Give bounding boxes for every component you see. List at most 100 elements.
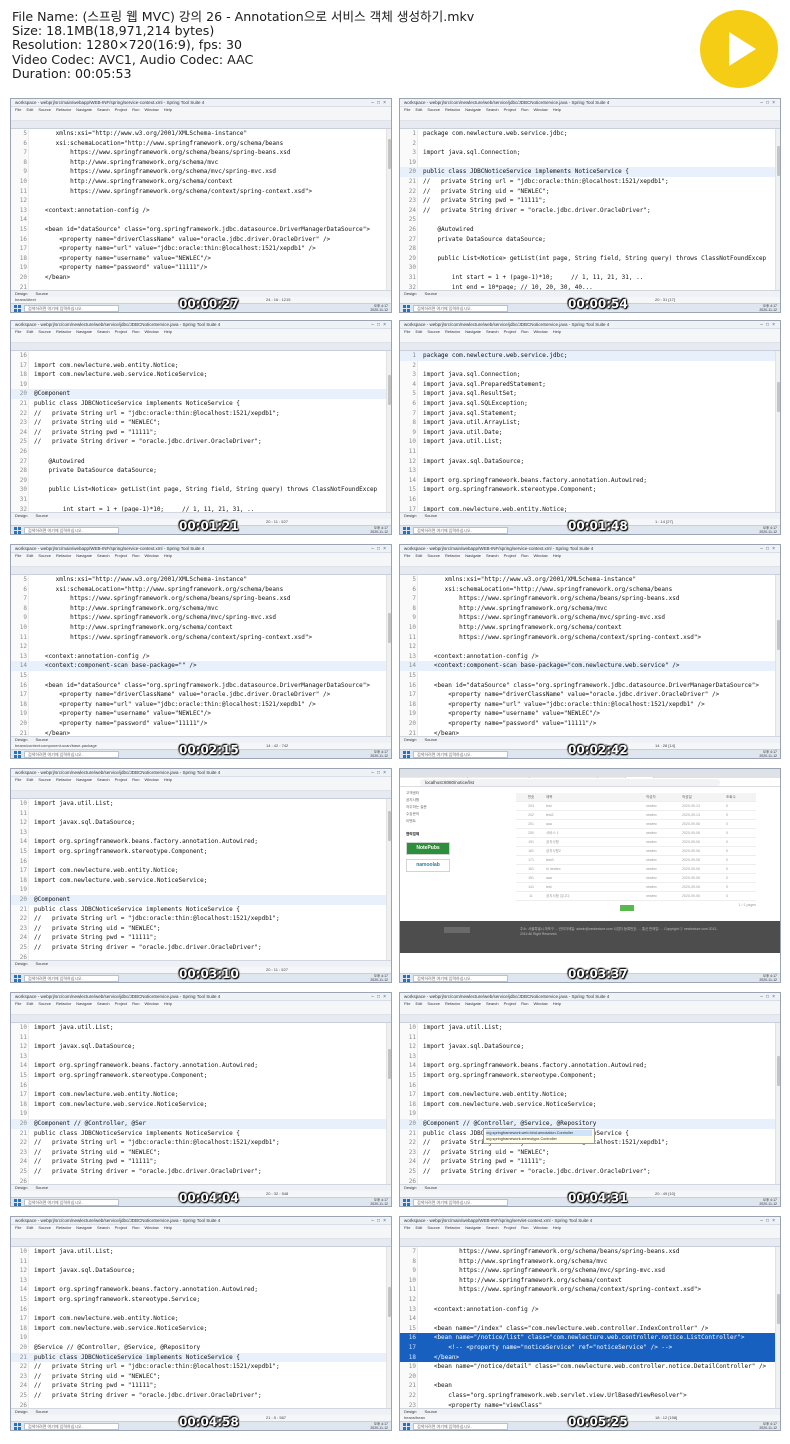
app-icon[interactable] [518,312,524,313]
app-icon[interactable] [129,758,135,759]
url-input[interactable]: localhost:8080/notice/list [420,779,720,786]
menu-item[interactable]: Source [427,107,440,112]
menu-item[interactable]: Navigate [465,329,481,334]
app-icon[interactable] [558,312,564,313]
menu-item[interactable]: Source [38,553,51,558]
app-icon[interactable] [149,534,155,535]
vertical-scrollbar[interactable] [775,129,780,290]
app-icon[interactable] [568,312,574,313]
presentation-tab[interactable]: Source [424,1185,437,1190]
vertical-scrollbar[interactable] [386,1023,391,1184]
app-icon[interactable] [169,982,175,983]
menu-item[interactable]: Project [504,329,516,334]
menu-item[interactable]: Navigate [465,107,481,112]
video-thumbnail[interactable]: workspace - webprj/src/com/newlecture/we… [10,992,392,1207]
code-editor[interactable]: 7 https://www.springframework.org/schema… [400,1247,780,1408]
menu-item[interactable]: File [15,107,21,112]
windows-start-icon[interactable] [403,1199,410,1206]
video-thumbnail[interactable]: workspace - webprj/src/com/newlecture/we… [10,768,392,983]
menu-item[interactable]: Refactor [56,107,71,112]
menu-item[interactable]: File [15,1001,21,1006]
vertical-scrollbar[interactable] [775,575,780,736]
app-icon[interactable] [568,534,574,535]
app-icon[interactable] [139,1206,145,1207]
table-row[interactable]: 203 test newlec 2020-09-13 0 [516,802,756,811]
menu-item[interactable]: Edit [415,553,422,558]
app-icon[interactable] [558,982,564,983]
menu-item[interactable]: Refactor [445,329,460,334]
windows-start-icon[interactable] [14,1423,21,1430]
menu-item[interactable]: Source [38,1225,51,1230]
app-icon[interactable] [548,534,554,535]
video-thumbnail[interactable]: workspace - webprj/src/com/newlecture/we… [10,320,392,535]
menu-item[interactable]: Refactor [56,1225,71,1230]
pagination[interactable] [620,905,634,911]
app-icon[interactable] [139,534,145,535]
menu-item[interactable]: Run [132,107,139,112]
namoolab-logo[interactable]: namoolab [406,859,450,872]
app-icon[interactable] [578,534,584,535]
app-icon[interactable] [149,758,155,759]
presentation-tab[interactable]: Design [15,1185,27,1190]
presentation-tab[interactable]: Design [404,737,416,742]
app-icon[interactable] [139,312,145,313]
menu-item[interactable]: Edit [26,777,33,782]
code-editor[interactable]: 10 import java.util.List; 11 12 import javax… [11,1023,391,1184]
taskbar-search-input[interactable]: 검색하려면 여기에 입력하십시오. [24,527,119,534]
scrollbar-thumb[interactable] [388,811,391,841]
table-row[interactable]: 171 test3 newlec 2020-09-06 0 [516,856,756,865]
vertical-scrollbar[interactable] [775,1023,780,1184]
menu-item[interactable]: Project [115,777,127,782]
menu-item[interactable]: Project [115,107,127,112]
scrollbar-thumb[interactable] [388,1287,391,1317]
windows-start-icon[interactable] [403,751,410,758]
menu-item[interactable]: Navigate [76,553,92,558]
menu-item[interactable]: Window [533,329,547,334]
app-icon[interactable] [139,982,145,983]
vertical-scrollbar[interactable] [386,129,391,290]
menu-item[interactable]: Search [486,329,499,334]
menu-item[interactable]: Search [486,107,499,112]
app-icon[interactable] [189,982,195,983]
menu-item[interactable]: Navigate [76,1225,92,1230]
windows-start-icon[interactable] [14,1199,21,1206]
video-thumbnail[interactable]: workspace - webprj/src/com/newlecture/we… [399,98,781,313]
scrollbar-thumb[interactable] [388,613,391,643]
menu-item[interactable]: Refactor [56,553,71,558]
presentation-tab[interactable]: Design [15,737,27,742]
menu-item[interactable]: Edit [415,107,422,112]
window-controls[interactable]: –□× [760,1218,778,1224]
app-icon[interactable] [149,982,155,983]
code-editor[interactable]: 5 xmlns:xsi="http://www.w3.org/2001/XMLS… [11,129,391,290]
menu-item[interactable]: Project [115,1001,127,1006]
app-icon[interactable] [169,1206,175,1207]
menu-item[interactable]: Help [164,329,172,334]
app-icon[interactable] [149,312,155,313]
app-icon[interactable] [538,982,544,983]
menu-item[interactable]: Search [97,1001,110,1006]
menu-item[interactable]: Run [521,553,528,558]
scrollbar-thumb[interactable] [777,620,780,650]
presentation-tab[interactable]: Source [35,1185,48,1190]
menu-item[interactable]: Help [553,107,561,112]
menu-item[interactable]: Edit [26,107,33,112]
table-row[interactable]: 141 test newlec 2020-09-06 0 [516,883,756,892]
menu-item[interactable]: Project [115,1225,127,1230]
menu-item[interactable]: Edit [26,329,33,334]
code-editor[interactable]: 10 import java.util.List; 11 12 import javax… [400,1023,780,1184]
window-controls[interactable]: –□× [760,546,778,552]
app-icon[interactable] [568,758,574,759]
windows-start-icon[interactable] [14,527,21,534]
taskbar-search-input[interactable]: 검색하려면 여기에 입력하십시오. [24,1423,119,1430]
menu-item[interactable]: Source [38,777,51,782]
menu-item[interactable]: Search [486,553,499,558]
menu-item[interactable]: Project [504,1225,516,1230]
presentation-tab[interactable]: Design [404,1185,416,1190]
menu-item[interactable]: Refactor [56,777,71,782]
app-icon[interactable] [538,1430,544,1431]
app-icon[interactable] [558,1430,564,1431]
menu-item[interactable]: Run [132,777,139,782]
app-icon[interactable] [518,982,524,983]
windows-start-icon[interactable] [403,975,410,982]
window-controls[interactable]: –□× [760,994,778,1000]
